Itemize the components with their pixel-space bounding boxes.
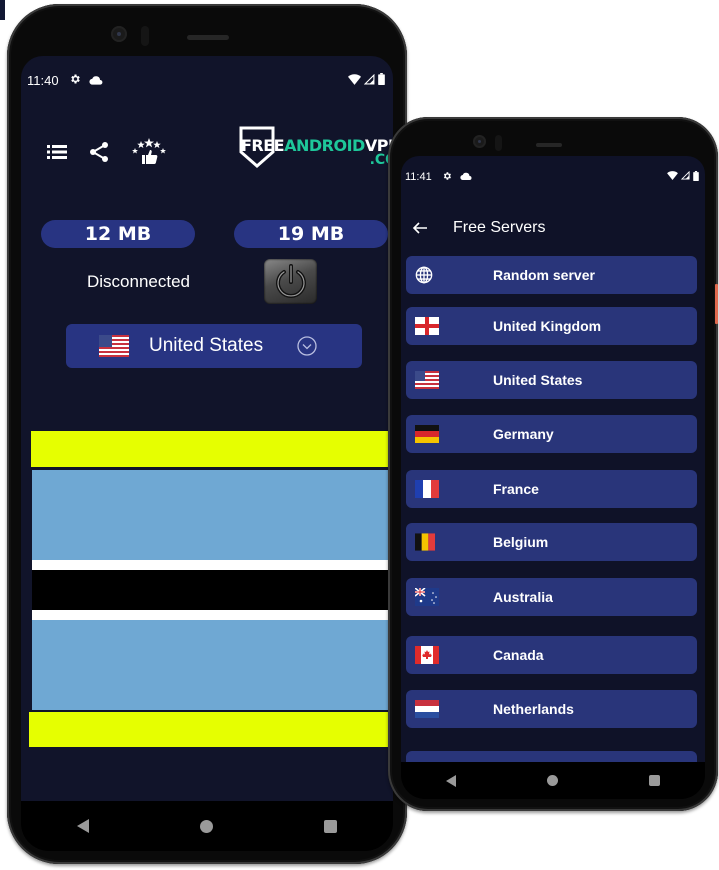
nl-flag-icon bbox=[415, 700, 439, 718]
logo-free-text: FREE bbox=[241, 136, 285, 155]
proximity-sensor bbox=[495, 135, 502, 151]
ca-flag-icon bbox=[415, 646, 439, 664]
wifi-icon bbox=[348, 73, 361, 88]
server-name: United Kingdom bbox=[493, 318, 602, 334]
earpiece-speaker bbox=[187, 35, 229, 40]
connect-power-button[interactable] bbox=[264, 259, 317, 304]
server-item-random[interactable]: Random server bbox=[406, 256, 697, 294]
gear-icon bbox=[442, 171, 452, 184]
gear-icon bbox=[69, 73, 81, 88]
status-time: 11:41 bbox=[405, 171, 432, 183]
nav-back-icon[interactable] bbox=[446, 774, 457, 787]
front-camera bbox=[473, 135, 486, 148]
share-icon[interactable] bbox=[89, 141, 109, 163]
server-item-australia[interactable]: Australia bbox=[406, 578, 697, 616]
us-flag-icon bbox=[415, 371, 439, 389]
nav-recents-icon[interactable] bbox=[324, 819, 338, 833]
nav-home-icon[interactable] bbox=[546, 775, 558, 786]
server-item-uk[interactable]: United Kingdom bbox=[406, 307, 697, 345]
server-item-france[interactable]: France bbox=[406, 470, 697, 508]
server-item-us[interactable]: United States bbox=[406, 361, 697, 399]
fr-flag-icon bbox=[415, 480, 439, 498]
side-button bbox=[715, 284, 718, 324]
status-time: 11:40 bbox=[27, 72, 59, 88]
status-bar: 11:40 bbox=[21, 70, 393, 90]
server-name: Belgium bbox=[493, 534, 549, 550]
phone-main-screen: 11:40 FREEANDROIDVP .C 12 MB 19 MB Disco… bbox=[7, 4, 407, 864]
server-item-netherlands[interactable]: Netherlands bbox=[406, 690, 697, 728]
server-item-partial[interactable] bbox=[406, 751, 697, 762]
server-name: France bbox=[493, 481, 539, 497]
app-logo: FREEANDROIDVPN .COM bbox=[239, 126, 393, 170]
upload-traffic-badge: 19 MB bbox=[234, 220, 388, 248]
nav-recents-icon[interactable] bbox=[648, 775, 660, 786]
signal-icon bbox=[680, 170, 690, 183]
banner-flag-blue-top bbox=[32, 470, 392, 560]
banner-flag-white-top bbox=[32, 560, 392, 570]
server-name: Canada bbox=[493, 647, 544, 663]
earpiece-speaker bbox=[536, 143, 562, 147]
toolbar bbox=[47, 138, 167, 166]
server-list-screen: 11:41 Free Servers Random server United … bbox=[401, 156, 705, 762]
server-item-belgium[interactable]: Belgium bbox=[406, 523, 697, 561]
download-traffic-badge: 12 MB bbox=[41, 220, 195, 248]
banner-flag-black-center bbox=[32, 570, 392, 610]
server-name: Netherlands bbox=[493, 701, 574, 717]
globe-icon bbox=[415, 266, 439, 284]
system-nav-bar bbox=[401, 762, 705, 799]
corner-mark bbox=[0, 0, 5, 20]
server-item-germany[interactable]: Germany bbox=[406, 415, 697, 453]
country-selector[interactable]: United States bbox=[66, 324, 362, 368]
front-camera bbox=[111, 26, 127, 42]
connection-status: Disconnected bbox=[87, 272, 191, 291]
banner-flag-yellow-bottom bbox=[29, 712, 391, 747]
rate-stars-thumb-icon[interactable] bbox=[131, 138, 167, 166]
nav-home-icon[interactable] bbox=[199, 819, 213, 833]
server-list-header: Free Servers bbox=[401, 216, 705, 240]
server-name: United States bbox=[493, 372, 583, 388]
proximity-sensor bbox=[141, 26, 149, 46]
banner-flag-blue-bottom bbox=[32, 620, 392, 710]
server-name: Australia bbox=[493, 589, 553, 605]
system-nav-bar bbox=[21, 801, 393, 851]
page-title: Free Servers bbox=[453, 219, 546, 236]
de-flag-icon bbox=[415, 425, 439, 443]
wifi-icon bbox=[667, 171, 678, 183]
battery-icon bbox=[693, 170, 699, 184]
server-name: Random server bbox=[493, 267, 595, 283]
server-name: Germany bbox=[493, 426, 554, 442]
main-screen: 11:40 FREEANDROIDVP .C 12 MB 19 MB Disco… bbox=[21, 56, 393, 801]
nav-back-icon[interactable] bbox=[76, 819, 89, 833]
back-arrow-icon[interactable] bbox=[411, 219, 429, 237]
banner-flag-white-bottom bbox=[32, 610, 392, 620]
au-flag-icon bbox=[415, 588, 439, 606]
battery-icon bbox=[378, 72, 385, 88]
power-icon bbox=[275, 263, 306, 298]
banner-flag-yellow-top bbox=[31, 431, 393, 467]
cloud-icon bbox=[460, 171, 472, 183]
be-flag-icon bbox=[415, 533, 439, 551]
us-flag-icon bbox=[99, 335, 129, 357]
status-bar: 11:41 bbox=[401, 169, 705, 185]
server-item-canada[interactable]: Canada bbox=[406, 636, 697, 674]
phone-server-list: 11:41 Free Servers Random server United … bbox=[388, 117, 718, 811]
signal-icon bbox=[363, 73, 375, 88]
logo-android-text: ANDROID bbox=[284, 136, 365, 155]
cloud-icon bbox=[89, 73, 103, 88]
menu-list-icon[interactable] bbox=[47, 144, 67, 160]
uk-flag-icon bbox=[415, 317, 439, 335]
chevron-down-icon bbox=[297, 336, 317, 356]
selected-country-name: United States bbox=[149, 335, 264, 356]
